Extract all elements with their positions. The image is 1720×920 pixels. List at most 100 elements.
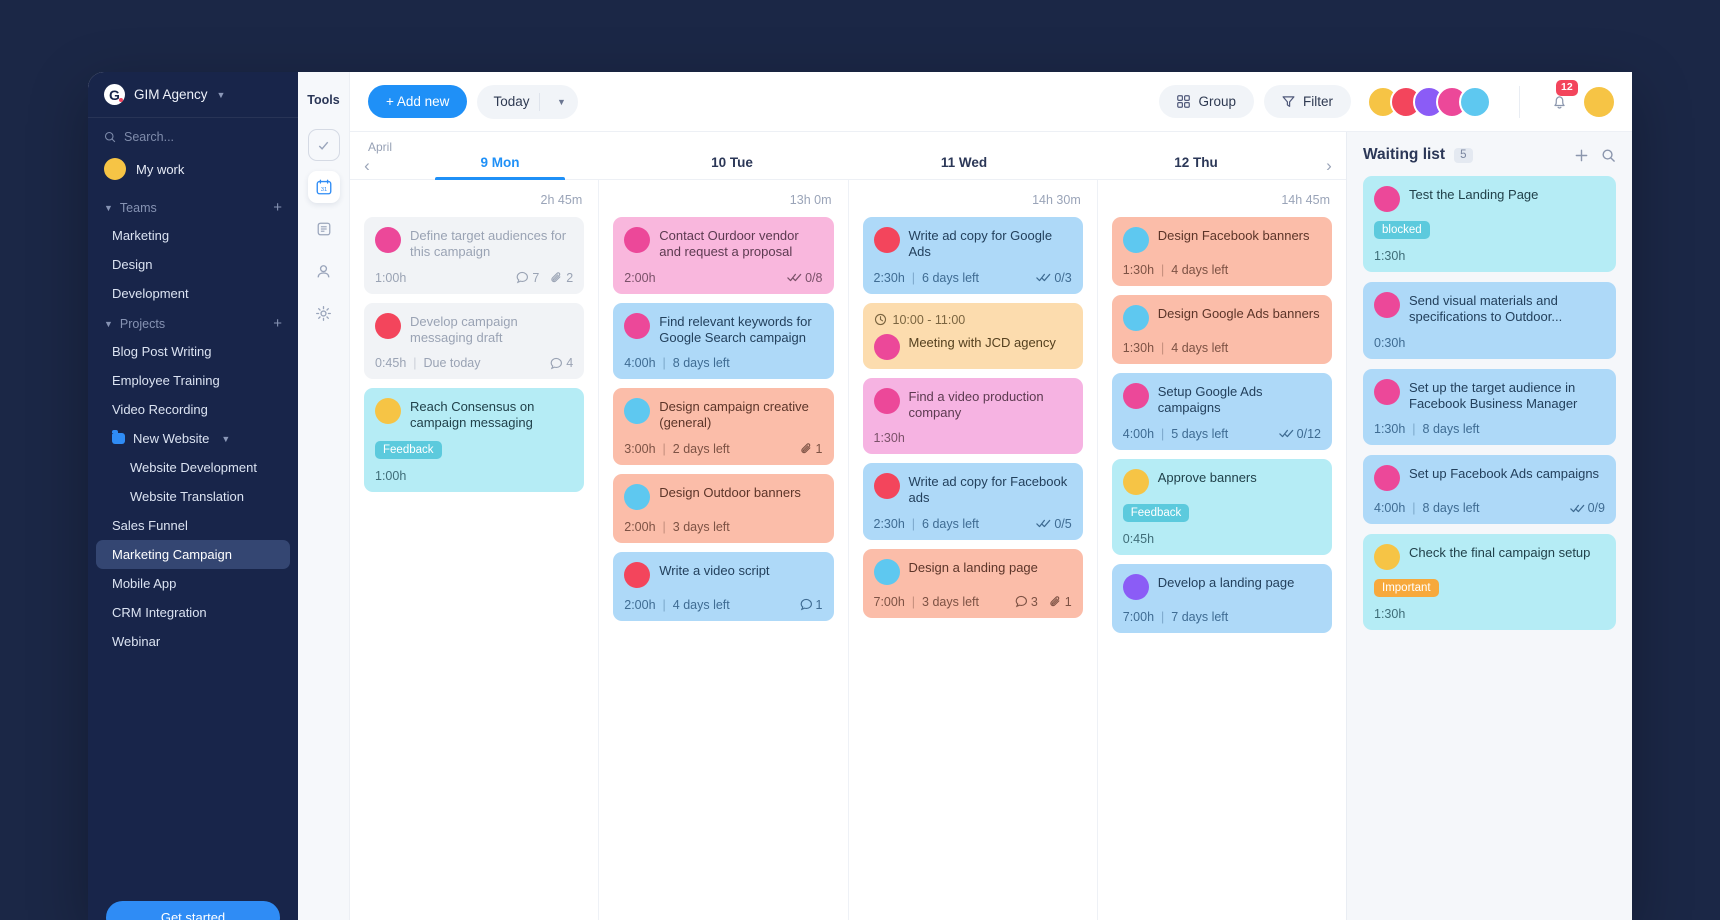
day-tab[interactable]: 12 Thu [1080,155,1312,179]
task-card[interactable]: Find relevant keywords for Google Search… [613,302,834,379]
sidebar-item-project[interactable]: New Website ▼ [96,424,290,453]
sidebar-item-project[interactable]: Video Recording [96,395,290,424]
search-input[interactable]: Search... [88,118,298,152]
tool-people[interactable] [308,255,340,287]
day-tab[interactable]: 10 Tue [616,155,848,179]
task-card[interactable]: Set up Facebook Ads campaigns 4:00h | 8 day… [1363,455,1616,524]
sidebar-item-project[interactable]: Website Development [96,453,290,482]
tool-tasks-check[interactable] [307,129,340,161]
sidebar-item-project[interactable]: Website Translation [96,482,290,511]
month-label: April [368,140,393,154]
card-duration: 2:00h [624,270,656,285]
card-footer: 0:45h [1123,532,1321,546]
card-duration: 0:45h [375,356,407,370]
task-card[interactable]: Design Outdoor banners 2:00h | 3 days left [613,473,834,543]
card-title: Design Google Ads banners [1157,306,1320,321]
day-total-hours: 14h 45m [1281,193,1330,207]
sidebar-item-team[interactable]: Design [96,250,290,279]
tool-notes[interactable] [308,213,340,245]
task-card[interactable]: Design campaign creative (general) 3:00h |… [613,388,834,465]
get-started-button[interactable]: Get started [106,901,280,920]
prev-day-button[interactable]: ‹ [350,155,384,179]
chevron-down-icon[interactable]: ▼ [550,97,572,107]
tools-label: Tools [307,93,340,107]
tool-calendar[interactable]: 31 [307,171,340,203]
projects-section-header[interactable]: ▼ Projects + [88,308,298,337]
brand-header[interactable]: G GIM Agency ▼ [88,72,298,118]
card-subtasks: 0/12 [1278,427,1321,441]
card-title: Design Facebook banners [1157,228,1310,243]
task-card[interactable]: Design a landing page 7:00h | 3 days left 3 1 [862,548,1083,618]
avatar [1122,573,1149,600]
card-due: 8 days left [672,356,730,370]
add-project-icon[interactable]: + [273,316,282,331]
next-day-button[interactable]: › [1312,155,1346,179]
card-duration: 2:30h [873,516,905,531]
task-card[interactable]: Find a video production company 1:30h [862,377,1083,454]
calendar-view: April ‹ 9 Mon 10 Tue 11 Wed 12 Thu › 2h 45m… [350,132,1346,920]
sidebar-item-label: Website Translation [130,489,244,504]
sidebar-item-project[interactable]: Mobile App [96,569,290,598]
task-card[interactable]: Develop campaign messaging draft 0:45h | Du… [364,302,585,379]
sidebar-item-project[interactable]: Employee Training [96,366,290,395]
card-footer: 3:00h | 2 days left 1 [624,442,822,456]
member-avatars[interactable] [1367,85,1491,118]
task-card[interactable]: Design Facebook banners 1:30h | 4 days left [1111,217,1332,286]
task-card[interactable]: Set up the target audience in Facebook B… [1363,368,1616,445]
chevron-down-icon[interactable]: ▼ [221,434,230,444]
sidebar-item-project[interactable]: Webinar [96,627,290,656]
card-header: Develop campaign messaging draft [375,312,573,347]
task-card[interactable]: Write ad copy for Facebook ads 2:30h | 6 da… [862,463,1083,540]
task-card[interactable]: Test the Landing Page blocked 1:30h [1363,176,1616,272]
avatar[interactable] [1459,85,1491,118]
sidebar-item-project[interactable]: Blog Post Writing [96,337,290,366]
add-new-button[interactable]: + Add new [368,85,468,118]
filter-button[interactable]: Filter [1264,85,1351,118]
avatar[interactable] [1584,86,1614,117]
card-due: 4 days left [1171,263,1229,277]
task-card[interactable]: Setup Google Ads campaigns 4:00h | 5 days l… [1111,373,1332,450]
sidebar-item-project[interactable]: Sales Funnel [96,511,290,540]
group-button[interactable]: Group [1159,85,1254,118]
task-card[interactable]: Send visual materials and specifications… [1363,282,1616,359]
card-duration: 0:30h [1374,335,1406,350]
card-footer: 1:30h [874,431,1072,445]
teams-section-header[interactable]: ▼ Teams + [88,192,298,221]
sidebar-item-label: New Website [133,431,210,446]
notifications-button[interactable]: 12 [1544,79,1578,117]
card-title: Write ad copy for Google Ads [908,228,1053,260]
task-card[interactable]: Design Google Ads banners 1:30h | 4 days le… [1111,295,1332,364]
card-header: Check the final campaign setup [1374,544,1605,570]
today-selector[interactable]: Today ▼ [477,84,579,119]
task-card[interactable]: Contact Ourdoor vendor and request a pro… [613,217,834,294]
teams-label: Teams [119,200,157,215]
sidebar-item-label: Employee Training [112,373,220,388]
filter-label: Filter [1303,94,1333,109]
avatar [624,312,651,339]
sidebar-item-project[interactable]: CRM Integration [96,598,290,627]
add-team-icon[interactable]: + [273,200,282,215]
tool-settings[interactable] [308,297,340,329]
task-card[interactable]: Define target audiences for this campaig… [364,217,585,294]
card-footer: 2:30h | 6 days left 0/5 [874,517,1072,531]
task-card[interactable]: 10:00 - 11:00 Meeting with JCD agency [862,302,1083,369]
search-icon[interactable] [1601,148,1616,163]
chevron-down-icon[interactable]: ▼ [217,90,226,100]
task-card[interactable]: Write ad copy for Google Ads 2:30h | 6 days… [862,217,1083,294]
task-card[interactable]: Develop a landing page 7:00h | 7 days left [1111,563,1332,633]
plus-icon[interactable] [1574,148,1589,163]
card-footer: 4:00h | 8 days left [624,356,822,370]
day-tab[interactable]: 11 Wed [848,155,1080,179]
sidebar-item-team[interactable]: Marketing [96,221,290,250]
card-attachments: 1 [800,442,823,456]
sidebar-item-my-work[interactable]: My work [88,152,298,192]
task-card[interactable]: Reach Consensus on campaign messaging Fee… [364,388,585,492]
day-tab[interactable]: 9 Mon [384,155,616,180]
sidebar-item-team[interactable]: Development [96,279,290,308]
task-card[interactable]: Approve banners Feedback 0:45h [1111,458,1332,555]
task-card[interactable]: Check the final campaign setup Important 1… [1363,534,1616,630]
card-header: Define target audiences for this campaig… [375,227,573,261]
sidebar-item-project[interactable]: Marketing Campaign [96,540,290,569]
card-duration: 1:30h [1374,249,1406,263]
task-card[interactable]: Write a video script 2:00h | 4 days left 1 [613,551,834,621]
